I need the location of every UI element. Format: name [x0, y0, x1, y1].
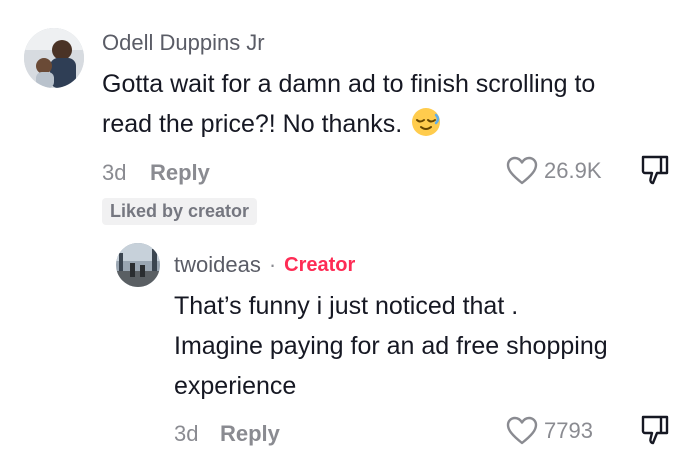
comment-text-line: read the price?! No thanks. [102, 104, 692, 144]
avatar-image [116, 243, 160, 287]
dislike-button[interactable] [640, 414, 670, 451]
like-button[interactable]: 26.9K [506, 156, 602, 186]
comment-age: 3d [102, 160, 127, 185]
dislike-button[interactable] [640, 154, 670, 191]
comment-thread: Odell Duppins Jr Gotta wait for a damn a… [0, 0, 700, 459]
avatar-image [24, 28, 84, 88]
reply-button[interactable]: Reply [150, 160, 210, 186]
thumbs-down-icon [641, 155, 669, 185]
like-button[interactable]: 7793 [506, 416, 593, 446]
reply-age: 3d [174, 421, 199, 446]
separator-dot: · [268, 252, 277, 277]
reply-text-line: Imagine paying for an ad free shopping [174, 332, 608, 360]
thumbs-down-icon [641, 415, 669, 445]
comment-text-line: Gotta wait for a damn ad to finish scrol… [102, 70, 596, 98]
liked-by-creator-badge: Liked by creator [102, 198, 258, 225]
creator-label: Creator [284, 253, 356, 276]
like-count: 7793 [544, 418, 593, 443]
like-count: 26.9K [544, 158, 602, 183]
reply-author[interactable]: twoideas [174, 252, 261, 278]
heart-outline-icon [506, 416, 538, 445]
reply-text: That’s funny i just noticed that . Imagi… [174, 286, 690, 406]
avatar[interactable] [24, 28, 84, 88]
reply-button[interactable]: Reply [220, 421, 280, 447]
reply-text-line: That’s funny i just noticed that . [174, 292, 519, 320]
comment-author[interactable]: Odell Duppins Jr [102, 30, 265, 56]
comment-text: Gotta wait for a damn ad to finish scrol… [102, 64, 692, 144]
avatar[interactable] [116, 243, 160, 287]
reply-text-line: experience [174, 372, 297, 400]
reply-header: twoideas · Creator [174, 252, 355, 278]
relieved-face-emoji-icon [410, 106, 442, 138]
heart-outline-icon [506, 156, 538, 185]
comment-text-line-content: read the price?! No thanks. [102, 110, 403, 138]
